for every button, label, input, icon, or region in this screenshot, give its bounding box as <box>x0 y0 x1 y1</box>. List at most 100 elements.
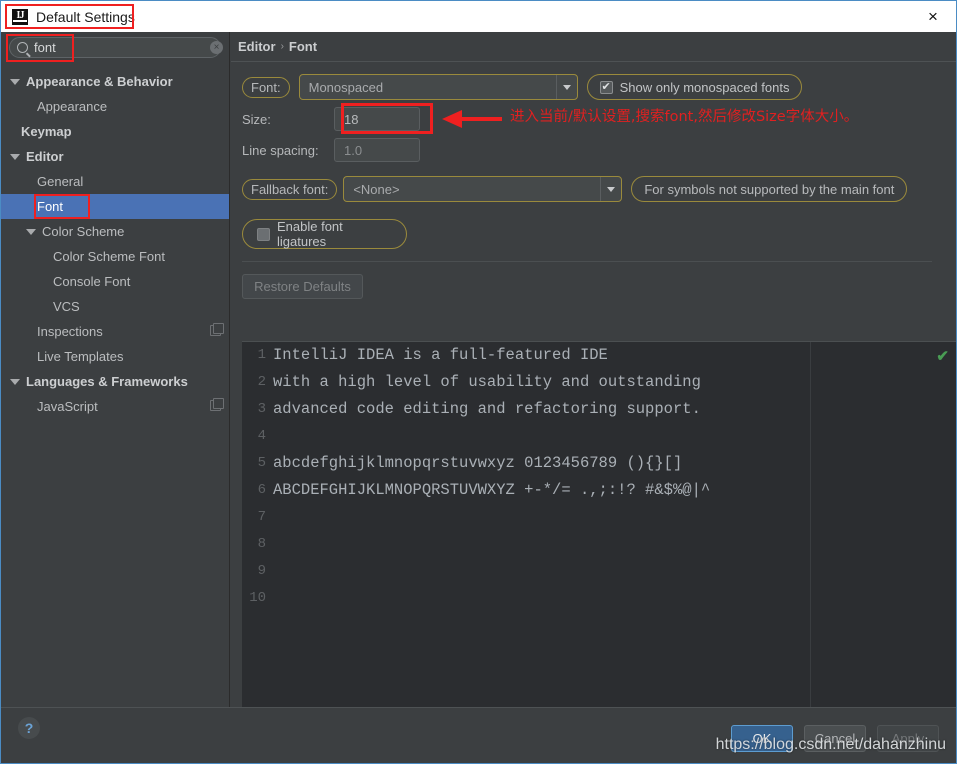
sidebar-item-inspections[interactable]: Inspections <box>1 319 229 344</box>
clear-search-icon[interactable]: × <box>210 41 223 54</box>
watermark-text: https://blog.csdn.net/dahanzhinu <box>715 736 946 753</box>
settings-sidebar: × Appearance & Behavior Appearance Keymap E… <box>1 32 230 707</box>
sidebar-item-general[interactable]: General <box>1 169 229 194</box>
copy-settings-icon[interactable] <box>210 323 224 336</box>
fallback-font-dropdown[interactable]: <None> <box>343 176 623 202</box>
sidebar-item-label: Font <box>37 199 64 214</box>
sidebar-item-appearance[interactable]: Appearance <box>1 94 229 119</box>
sidebar-item-label: Inspections <box>37 324 103 339</box>
font-preview-editor[interactable]: 1 2 3 4 5 6 7 8 9 10 IntelliJ IDEA is a full-feat… <box>242 341 956 727</box>
sidebar-item-font[interactable]: Font <box>1 194 229 219</box>
preview-line: ABCDEFGHIJKLMNOPQRSTUVWXYZ +-*/= .,;:!? … <box>273 481 711 499</box>
search-icon <box>17 42 28 53</box>
annotation-arrow-icon <box>442 110 502 128</box>
sidebar-item-label: Languages & Frameworks <box>26 374 188 389</box>
size-input[interactable]: 18 <box>334 107 420 131</box>
sidebar-item-label: Console Font <box>53 274 131 289</box>
dialog-body: × Appearance & Behavior Appearance Keymap E… <box>1 32 956 727</box>
sidebar-item-javascript[interactable]: JavaScript <box>1 394 229 419</box>
sidebar-item-appearance-behavior[interactable]: Appearance & Behavior <box>1 69 229 94</box>
enable-font-ligatures-checkbox[interactable]: Enable font ligatures <box>242 219 407 249</box>
settings-detail-panel: Editor › Font Font: Monospaced ✔ Show on… <box>231 32 956 727</box>
restore-defaults-button[interactable]: Restore Defaults <box>242 274 363 299</box>
sidebar-item-label: Appearance & Behavior <box>26 74 173 89</box>
sidebar-item-editor[interactable]: Editor <box>1 144 229 169</box>
sidebar-item-label: VCS <box>53 299 80 314</box>
fallback-font-value: <None> <box>353 181 400 197</box>
copy-settings-icon[interactable] <box>210 398 224 411</box>
search-box[interactable]: × <box>9 37 223 58</box>
preview-line <box>271 423 956 450</box>
preview-line <box>271 504 956 531</box>
font-label: Font: <box>242 76 290 98</box>
preview-line: IntelliJ IDEA is a full-featured IDE <box>273 346 608 364</box>
chevron-down-icon[interactable] <box>555 75 577 99</box>
checkbox-unchecked-icon <box>257 227 270 241</box>
breadcrumb: Editor › Font <box>231 32 956 61</box>
breadcrumb-leaf: Font <box>288 39 318 54</box>
font-family-dropdown[interactable]: Monospaced <box>298 74 578 100</box>
settings-dialog: IJ Default Settings × × Appearance & Beh… <box>0 0 957 764</box>
chevron-down-icon <box>10 78 20 85</box>
sidebar-item-label: Color Scheme <box>42 224 125 239</box>
sidebar-item-label: Keymap <box>21 124 72 139</box>
editor-gutter: 1 2 3 4 5 6 7 8 9 10 <box>242 342 271 727</box>
sidebar-item-languages-frameworks[interactable]: Languages & Frameworks <box>1 369 229 394</box>
size-label: Size: <box>242 111 271 127</box>
line-spacing-label: Line spacing: <box>242 142 319 158</box>
editor-content[interactable]: IntelliJ IDEA is a full-featured IDE with… <box>271 342 956 727</box>
sidebar-item-label: General <box>37 174 84 189</box>
chevron-down-icon <box>10 153 20 160</box>
line-number: 1 <box>257 347 266 363</box>
settings-tree: Appearance & Behavior Appearance Keymap Edi… <box>1 69 229 419</box>
font-row: Font: Monospaced ✔ Show only monospaced … <box>242 74 956 100</box>
line-number: 10 <box>249 590 266 606</box>
annotation-text: 进入当前/默认设置,搜索font,然后修改Size字体大小。 <box>510 109 859 125</box>
sidebar-item-console-font[interactable]: Console Font <box>1 269 229 294</box>
dialog-footer: ? OK Cancel Apply https://blog.csdn.net/… <box>1 707 956 763</box>
close-icon[interactable]: × <box>922 6 944 28</box>
sidebar-item-vcs[interactable]: VCS <box>1 294 229 319</box>
font-settings-form: Font: Monospaced ✔ Show only monospaced … <box>231 61 956 330</box>
size-row: Size: 18 进入当前/默认设置,搜索font,然后修改Size字体大小。 <box>242 103 956 134</box>
fallback-font-hint: For symbols not supported by the main fo… <box>631 176 908 202</box>
line-spacing-input[interactable]: 1.0 <box>334 138 420 162</box>
show-monospaced-label: Show only monospaced fonts <box>619 79 790 95</box>
sidebar-item-label: JavaScript <box>37 399 98 414</box>
line-number: 9 <box>257 563 266 579</box>
title-bar: IJ Default Settings × <box>1 1 956 32</box>
sidebar-item-color-scheme-font[interactable]: Color Scheme Font <box>1 244 229 269</box>
preview-line: with a high level of usability and outst… <box>273 373 701 391</box>
preview-line <box>271 531 956 558</box>
inspection-status-icon[interactable]: ✔ <box>936 347 949 365</box>
sidebar-item-color-scheme[interactable]: Color Scheme <box>1 219 229 244</box>
line-spacing-row: Line spacing: 1.0 <box>242 138 956 162</box>
breadcrumb-separator-icon: › <box>280 41 284 52</box>
chevron-down-icon[interactable] <box>600 177 621 201</box>
section-divider <box>242 261 932 262</box>
search-input[interactable] <box>34 40 210 55</box>
preview-line: advanced code editing and refactoring su… <box>273 400 701 418</box>
sidebar-item-keymap[interactable]: Keymap <box>1 119 229 144</box>
line-number: 5 <box>257 455 266 471</box>
line-number: 7 <box>257 509 266 525</box>
window-title: Default Settings <box>36 8 135 25</box>
line-number: 3 <box>257 401 266 417</box>
sidebar-item-live-templates[interactable]: Live Templates <box>1 344 229 369</box>
preview-line: abcdefghijklmnopqrstuvwxyz 0123456789 ()… <box>273 454 683 472</box>
show-monospaced-checkbox[interactable]: ✔ Show only monospaced fonts <box>586 74 803 100</box>
help-icon[interactable]: ? <box>18 717 40 739</box>
chevron-down-icon <box>10 378 20 385</box>
sidebar-item-label: Live Templates <box>37 349 124 364</box>
line-number: 8 <box>257 536 266 552</box>
intellij-idea-icon: IJ <box>12 8 28 25</box>
breadcrumb-root[interactable]: Editor <box>238 39 276 54</box>
